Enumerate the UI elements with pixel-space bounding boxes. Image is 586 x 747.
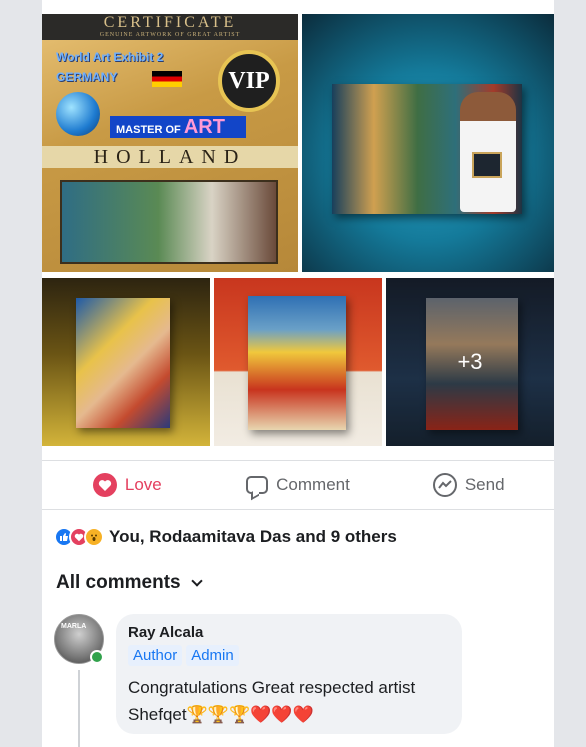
certificate-inset-photo: [60, 180, 278, 264]
send-button[interactable]: Send: [383, 473, 554, 497]
wow-reaction-icon: [84, 527, 104, 547]
heart-icon: [92, 473, 117, 497]
master-of-art-banner: MASTER OF ART: [110, 116, 246, 138]
comments-filter-label: All comments: [56, 572, 181, 593]
author-badge: Author: [128, 645, 183, 666]
comment-button[interactable]: Comment: [213, 475, 384, 495]
photo-award-ceremony[interactable]: [302, 14, 554, 272]
page-margin-left: [0, 0, 42, 747]
painting-canvas: [248, 296, 346, 430]
comment-author-badges: Author Admin: [128, 645, 450, 666]
certificate-country-text: GERMANY: [56, 70, 118, 84]
photo-painting-man-cap[interactable]: +3: [386, 278, 554, 446]
reactions-summary-text: You, Rodaamitava Das and 9 others: [109, 527, 397, 546]
reactions-summary[interactable]: You, Rodaamitava Das and 9 others: [54, 524, 397, 550]
photo-painting-woman-hat[interactable]: [42, 278, 210, 446]
certificate-banner-subtitle: GENUINE ARTWORK OF GREAT ARTIST: [99, 32, 241, 38]
chevron-down-icon: [190, 575, 203, 587]
love-button-label: Love: [124, 475, 162, 494]
photo-grid-top: CERTIFICATE GENUINE ARTWORK OF GREAT ART…: [42, 14, 554, 272]
painting-canvas: [76, 298, 170, 428]
art-text: ART: [183, 116, 225, 138]
photo-certificate[interactable]: CERTIFICATE GENUINE ARTWORK OF GREAT ART…: [42, 14, 298, 272]
avatar-image-text: MARLA: [61, 623, 87, 630]
certificate-exhibit-text: World Art Exhibit 2: [56, 50, 164, 64]
globe-icon: [56, 92, 100, 136]
comment-thread-line: [78, 670, 80, 747]
comments-filter-dropdown[interactable]: All comments: [56, 572, 203, 594]
certificate-banner-title: CERTIFICATE: [103, 14, 237, 31]
admin-badge: Admin: [186, 645, 239, 666]
comment-button-label: Comment: [276, 475, 350, 494]
vip-badge: VIP: [218, 50, 280, 112]
master-of-text: MASTER OF: [116, 124, 181, 136]
messenger-icon: [432, 473, 457, 497]
comment-bubble[interactable]: Ray Alcala Author Admin Congratulations …: [116, 614, 462, 734]
certificate-banner: CERTIFICATE GENUINE ARTWORK OF GREAT ART…: [42, 14, 298, 40]
post-action-bar: Love Comment Send: [42, 460, 554, 510]
comment-text: Congratulations Great respected artist S…: [128, 678, 416, 724]
holland-banner: HOLLAND: [42, 146, 298, 168]
more-photos-count[interactable]: +3: [386, 278, 554, 446]
photo-painting-woman-dress[interactable]: [214, 278, 382, 446]
award-plaque: [472, 152, 502, 178]
send-button-label: Send: [464, 475, 505, 494]
comment-item: MARLA Ray Alcala Author Admin Congratula…: [54, 614, 554, 747]
comment-author[interactable]: Ray Alcala: [128, 624, 450, 641]
online-status-dot: [90, 650, 104, 664]
love-button[interactable]: Love: [42, 473, 213, 497]
comment-bubble-icon: [246, 476, 269, 494]
photo-grid-bottom: +3: [42, 278, 554, 446]
germany-flag-icon: [152, 71, 182, 87]
post-card: CERTIFICATE GENUINE ARTWORK OF GREAT ART…: [42, 0, 554, 747]
page-margin-right: [554, 0, 586, 747]
